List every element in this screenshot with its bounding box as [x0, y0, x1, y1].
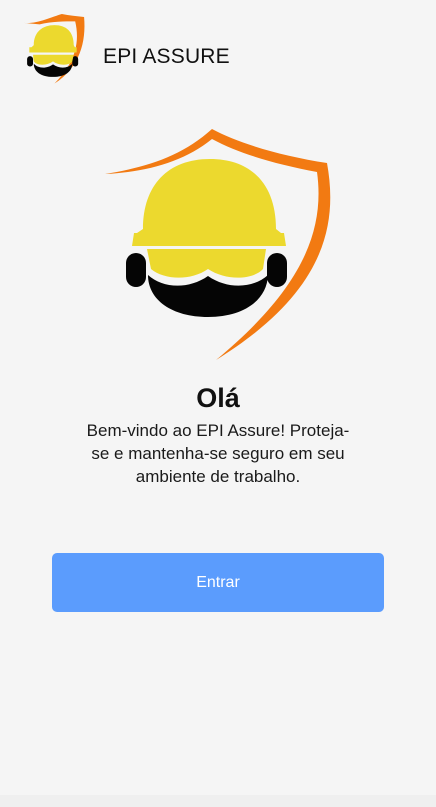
- enter-button[interactable]: Entrar: [52, 553, 384, 612]
- hardhat-shield-icon: [23, 14, 85, 84]
- bottom-bar: [0, 795, 436, 807]
- app-header: EPI ASSURE: [0, 0, 436, 100]
- hardhat-shield-icon: [105, 129, 331, 360]
- greeting-title: Olá: [196, 383, 240, 413]
- app-title: EPI ASSURE: [103, 45, 230, 68]
- welcome-message: Bem-vindo ao EPI Assure! Proteja-se e ma…: [86, 421, 350, 486]
